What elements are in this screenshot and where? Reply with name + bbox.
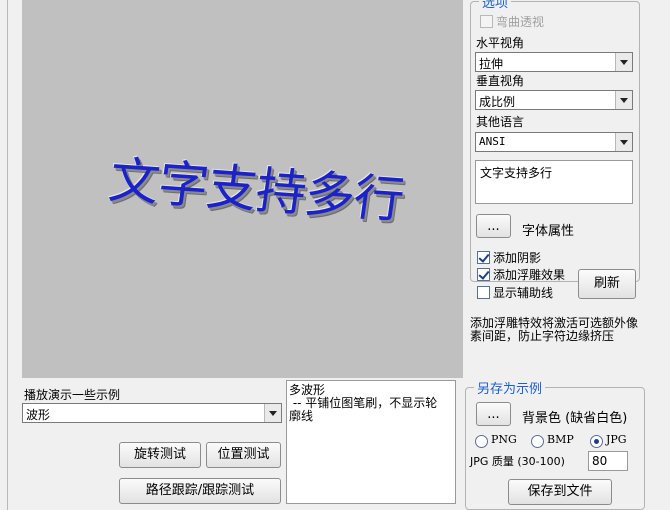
jpg-quality-input[interactable]: 80 <box>588 451 628 471</box>
vertical-view-select[interactable]: 成比例 <box>475 90 633 110</box>
chevron-down-icon[interactable] <box>615 91 632 109</box>
format-bmp-radio[interactable] <box>531 435 544 448</box>
format-png-label: PNG <box>491 433 517 446</box>
demo-select[interactable]: 波形 <box>22 403 282 423</box>
jpg-quality-value: 80 <box>592 454 608 468</box>
font-props-label: 字体属性 <box>522 224 575 239</box>
preview-text: 文字支持多行 <box>105 151 407 230</box>
font-props-button[interactable]: ... <box>476 214 511 238</box>
other-language-select[interactable]: ANSI <box>475 132 633 152</box>
chevron-down-icon[interactable] <box>264 404 281 422</box>
refresh-button[interactable]: 刷新 <box>578 269 636 299</box>
vertical-view-label: 垂直视角 <box>476 74 525 88</box>
jpg-quality-label: JPG 质量 (30-100) <box>470 455 565 468</box>
window-left-edge <box>0 0 8 510</box>
text-input-value: 文字支持多行 <box>480 166 553 180</box>
horizontal-view-label: 水平视角 <box>476 36 525 50</box>
add-shadow-checkbox[interactable] <box>477 251 490 264</box>
options-legend: 选项 <box>482 0 509 11</box>
save-legend: 另存为示例 <box>477 382 543 397</box>
path-test-button[interactable]: 路径跟踪/跟踪测试 <box>119 478 281 504</box>
show-guides-label: 显示辅助线 <box>493 286 554 300</box>
bg-color-button[interactable]: ... <box>476 402 511 426</box>
add-shadow-label: 添加阴影 <box>493 251 542 265</box>
format-bmp-label: BMP <box>547 433 574 446</box>
curve-perspective-label: 弯曲透视 <box>496 15 545 29</box>
demo-description[interactable]: 多波形 -- 平铺位图笔刷，不显示轮廓线 <box>286 380 456 504</box>
text-input[interactable]: 文字支持多行 <box>475 160 633 204</box>
emboss-hint-text: 添加浮雕特效将激活可选额外像素间距，防止字符边缘挤压 <box>470 316 639 343</box>
chevron-down-icon[interactable] <box>615 53 632 71</box>
format-png-radio[interactable] <box>475 435 488 448</box>
demo-select-value: 波形 <box>26 408 51 422</box>
other-language-label: 其他语言 <box>476 115 525 129</box>
format-jpg-radio[interactable] <box>590 435 603 448</box>
rotate-test-button[interactable]: 旋转测试 <box>119 442 201 468</box>
add-emboss-checkbox[interactable] <box>477 268 490 281</box>
add-emboss-label: 添加浮雕效果 <box>493 268 566 282</box>
save-to-file-button[interactable]: 保存到文件 <box>508 479 612 505</box>
other-language-value: ANSI <box>479 135 506 148</box>
demo-description-text: 多波形 -- 平铺位图笔刷，不显示轮廓线 <box>289 383 438 423</box>
chevron-down-icon[interactable] <box>615 133 632 151</box>
show-guides-checkbox[interactable] <box>477 286 490 299</box>
demos-label: 播放演示一些示例 <box>24 388 121 402</box>
format-jpg-label: JPG <box>606 433 627 446</box>
position-test-button[interactable]: 位置测试 <box>206 442 281 468</box>
horizontal-view-select[interactable]: 拉伸 <box>475 52 633 72</box>
vertical-view-value: 成比例 <box>479 95 516 109</box>
bg-color-label: 背景色 (缺省白色) <box>522 411 628 426</box>
horizontal-view-value: 拉伸 <box>479 57 504 71</box>
curve-perspective-checkbox[interactable] <box>480 15 493 28</box>
preview-canvas: 文字支持多行 <box>22 0 463 378</box>
